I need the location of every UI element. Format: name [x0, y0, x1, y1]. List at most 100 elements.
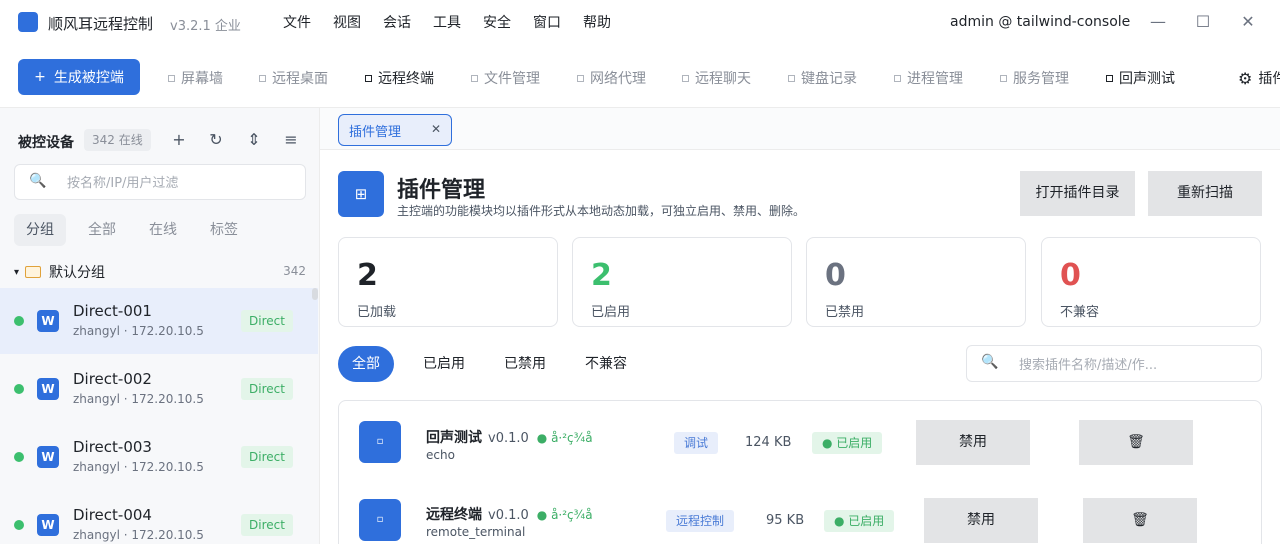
tab-remote-terminal[interactable]: 远程终端: [365, 68, 434, 88]
trash-icon: 🗑: [1131, 512, 1149, 528]
maximize-button[interactable]: ☐: [1191, 10, 1215, 34]
plugin-status-badge: ● 已启用: [824, 510, 895, 532]
title-bar: 顺风耳远程控制 v3.2.1 企业 文件 视图 会话 工具 安全 窗口 帮助 a…: [0, 0, 1280, 44]
app-window: 顺风耳远程控制 v3.2.1 企业 文件 视图 会话 工具 安全 窗口 帮助 a…: [0, 0, 1280, 544]
group-name: 默认分组: [49, 265, 106, 281]
app-name: 顺风耳远程控制: [48, 15, 154, 33]
filter-disabled[interactable]: 已禁用: [490, 346, 560, 382]
device-info: zhangyl · 172.20.10.5: [73, 460, 204, 474]
menu-icon[interactable]: ≡: [280, 129, 302, 151]
group-default[interactable]: ▾ 默认分组 342: [14, 260, 306, 284]
device-search-box: 🔍: [14, 164, 306, 200]
tab-remote-desktop[interactable]: 远程桌面: [259, 68, 328, 88]
tab-remote-chat[interactable]: 远程聊天: [682, 68, 751, 88]
document-tab-bar: 插件管理 ✕: [320, 108, 1280, 150]
filter-tab-online[interactable]: 在线: [137, 214, 189, 246]
filter-incompatible[interactable]: 不兼容: [571, 346, 641, 382]
windows-icon: W: [37, 310, 59, 332]
device-row[interactable]: W Direct-004 zhangyl · 172.20.10.5 Direc…: [0, 492, 318, 544]
search-icon: 🔍: [981, 354, 999, 370]
device-info: zhangyl · 172.20.10.5: [73, 528, 204, 542]
close-button[interactable]: ✕: [1236, 10, 1260, 34]
filter-tab-tag[interactable]: 标签: [198, 214, 250, 246]
stat-label: 不兼容: [1060, 305, 1100, 320]
open-plugin-dir-button[interactable]: 打开插件目录: [1020, 171, 1135, 216]
plugin-category-badge: 调试: [674, 432, 719, 454]
tab-keylogger[interactable]: 键盘记录: [788, 68, 857, 88]
page-title: 插件管理: [397, 178, 486, 203]
tab-label: 插件: [1258, 71, 1280, 87]
menu-view[interactable]: 视图: [333, 12, 361, 32]
windows-icon: W: [37, 378, 59, 400]
close-icon[interactable]: ✕: [431, 122, 441, 136]
device-name: Direct-002: [73, 370, 152, 388]
stat-value: 2: [591, 258, 612, 293]
minimize-button[interactable]: —: [1146, 10, 1170, 34]
device-info: zhangyl · 172.20.10.5: [73, 324, 204, 338]
search-icon: 🔍: [29, 173, 47, 189]
plugin-icon: ▫: [359, 421, 401, 463]
device-row[interactable]: W Direct-001 zhangyl · 172.20.10.5 Direc…: [0, 288, 318, 354]
screen-wall-icon: [168, 74, 175, 82]
stat-loaded: 2 已加载: [338, 237, 558, 327]
stat-value: 0: [825, 258, 846, 293]
toolbar: + 生成被控端 屏幕墙 远程桌面 远程终端 文件管理 网络代理 远程聊天 键盘记…: [0, 44, 1280, 108]
plugin-size: 95 KB: [766, 513, 805, 528]
page-description: 主控端的功能模块均以插件形式从本地动态加载，可独立启用、禁用、删除。: [397, 204, 806, 218]
menu-bar: 文件 视图 会话 工具 安全 窗口 帮助: [283, 12, 633, 32]
add-icon[interactable]: +: [168, 129, 190, 151]
online-status-icon: [14, 520, 24, 530]
tab-label: 进程管理: [907, 71, 963, 87]
rescan-button[interactable]: 重新扫描: [1148, 171, 1262, 216]
tab-service-manager[interactable]: 服务管理: [1000, 68, 1069, 88]
plugin-inline-status: ● å·²ç¾å: [536, 508, 593, 522]
stat-enabled: 2 已启用: [572, 237, 792, 327]
tab-label: 插件管理: [349, 124, 402, 140]
remote-desktop-icon: [259, 74, 266, 82]
menu-security[interactable]: 安全: [483, 12, 511, 32]
plugin-id: echo: [426, 448, 455, 462]
tab-label: 回声测试: [1119, 71, 1175, 87]
tab-echo-test[interactable]: 回声测试: [1106, 68, 1175, 88]
plugin-size: 124 KB: [745, 435, 792, 450]
filter-tab-all[interactable]: 全部: [76, 214, 128, 246]
plugin-inline-status: ● å·²ç¾å: [536, 431, 593, 445]
stat-value: 2: [357, 258, 378, 293]
disable-plugin-button[interactable]: 禁用: [924, 498, 1038, 543]
sidebar-scrollbar[interactable]: [312, 288, 318, 300]
menu-window[interactable]: 窗口: [533, 12, 561, 32]
sort-icon[interactable]: ⇕: [243, 129, 265, 151]
delete-plugin-button[interactable]: 🗑: [1083, 498, 1197, 543]
tab-screen-wall[interactable]: 屏幕墙: [168, 68, 223, 88]
keylogger-icon: [788, 74, 795, 82]
gear-icon: ⚙: [1238, 68, 1253, 88]
menu-file[interactable]: 文件: [283, 12, 311, 32]
device-row[interactable]: W Direct-003 zhangyl · 172.20.10.5 Direc…: [0, 424, 318, 490]
device-search-input[interactable]: [67, 173, 297, 193]
menu-session[interactable]: 会话: [383, 12, 411, 32]
generate-client-button[interactable]: + 生成被控端: [18, 59, 140, 95]
device-row[interactable]: W Direct-002 zhangyl · 172.20.10.5 Direc…: [0, 356, 318, 422]
delete-plugin-button[interactable]: 🗑: [1079, 420, 1193, 465]
plugin-search-input[interactable]: [1019, 355, 1255, 375]
refresh-icon[interactable]: ↻: [205, 129, 227, 151]
filter-enabled[interactable]: 已启用: [409, 346, 479, 382]
app-version: v3.2.1 企业: [170, 19, 241, 34]
disable-plugin-button[interactable]: 禁用: [916, 420, 1030, 465]
plugin-title: 回声测试 v0.1.0 ● å·²ç¾å: [426, 427, 593, 447]
caret-down-icon: ▾: [14, 266, 20, 278]
device-info: zhangyl · 172.20.10.5: [73, 392, 204, 406]
menu-help[interactable]: 帮助: [583, 12, 611, 32]
connection-badge: Direct: [241, 378, 293, 400]
tab-network-proxy[interactable]: 网络代理: [577, 68, 646, 88]
tab-plugin-manager[interactable]: 插件管理 ✕: [338, 114, 452, 146]
tab-process-manager[interactable]: 进程管理: [894, 68, 963, 88]
tab-plugins[interactable]: ⚙ 插件: [1238, 68, 1280, 88]
trash-icon: 🗑: [1127, 434, 1145, 450]
windows-icon: W: [37, 446, 59, 468]
filter-tab-group[interactable]: 分组: [14, 214, 66, 246]
tab-label: 文件管理: [484, 71, 540, 87]
menu-tools[interactable]: 工具: [433, 12, 461, 32]
filter-all[interactable]: 全部: [338, 346, 394, 382]
tab-file-manager[interactable]: 文件管理: [471, 68, 540, 88]
